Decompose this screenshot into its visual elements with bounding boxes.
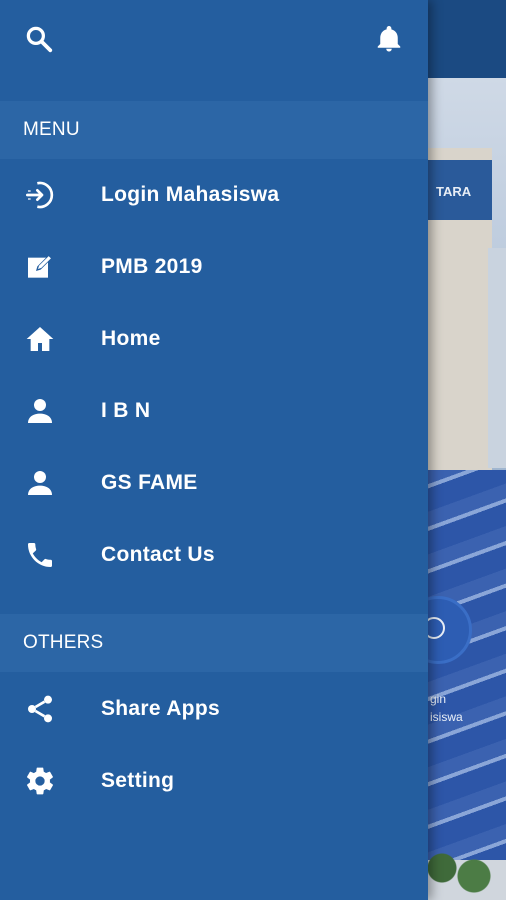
menu-item-label: Home [101, 327, 161, 350]
menu-item-login-mahasiswa[interactable]: Login Mahasiswa [0, 159, 428, 231]
menu-item-label: PMB 2019 [101, 255, 203, 278]
fab-label-line2: isiswa [430, 710, 463, 724]
menu-item-label: Contact Us [101, 543, 215, 566]
section-header-others: OTHERS [0, 614, 428, 672]
share-icon [24, 693, 56, 725]
menu-item-label: Share Apps [101, 697, 220, 720]
edit-icon [24, 251, 56, 283]
menu-item-ibn[interactable]: I B N [0, 375, 428, 447]
plants [426, 820, 506, 900]
drawer-header [0, 0, 428, 98]
fab-label-line1: gin [430, 692, 447, 706]
menu-item-gs-fame[interactable]: GS FAME [0, 447, 428, 519]
menu-item-setting[interactable]: Setting [0, 745, 428, 817]
menu-item-home[interactable]: Home [0, 303, 428, 375]
building-glass [426, 470, 506, 870]
menu-item-share-apps[interactable]: Share Apps [0, 673, 428, 745]
person-icon [24, 395, 56, 427]
navigation-drawer: MENU Login Mahasiswa PMB 2019 Home I B N… [0, 0, 428, 900]
login-fab-label: gin isiswa [430, 690, 463, 726]
section-header-menu: MENU [0, 101, 428, 159]
building-side [488, 248, 506, 468]
menu-item-label: Login Mahasiswa [101, 183, 280, 206]
person-icon [24, 467, 56, 499]
bell-icon[interactable] [374, 24, 404, 54]
login-icon [24, 179, 56, 211]
menu-item-contact-us[interactable]: Contact Us [0, 519, 428, 591]
menu-item-label: Setting [101, 769, 175, 792]
home-icon [24, 323, 56, 355]
phone-icon [24, 539, 56, 571]
search-icon[interactable] [24, 24, 54, 54]
menu-item-label: I B N [101, 399, 151, 422]
building-sign-text: TARA [436, 184, 472, 199]
menu-item-label: GS FAME [101, 471, 198, 494]
gear-icon [24, 765, 56, 797]
menu-item-pmb-2019[interactable]: PMB 2019 [0, 231, 428, 303]
